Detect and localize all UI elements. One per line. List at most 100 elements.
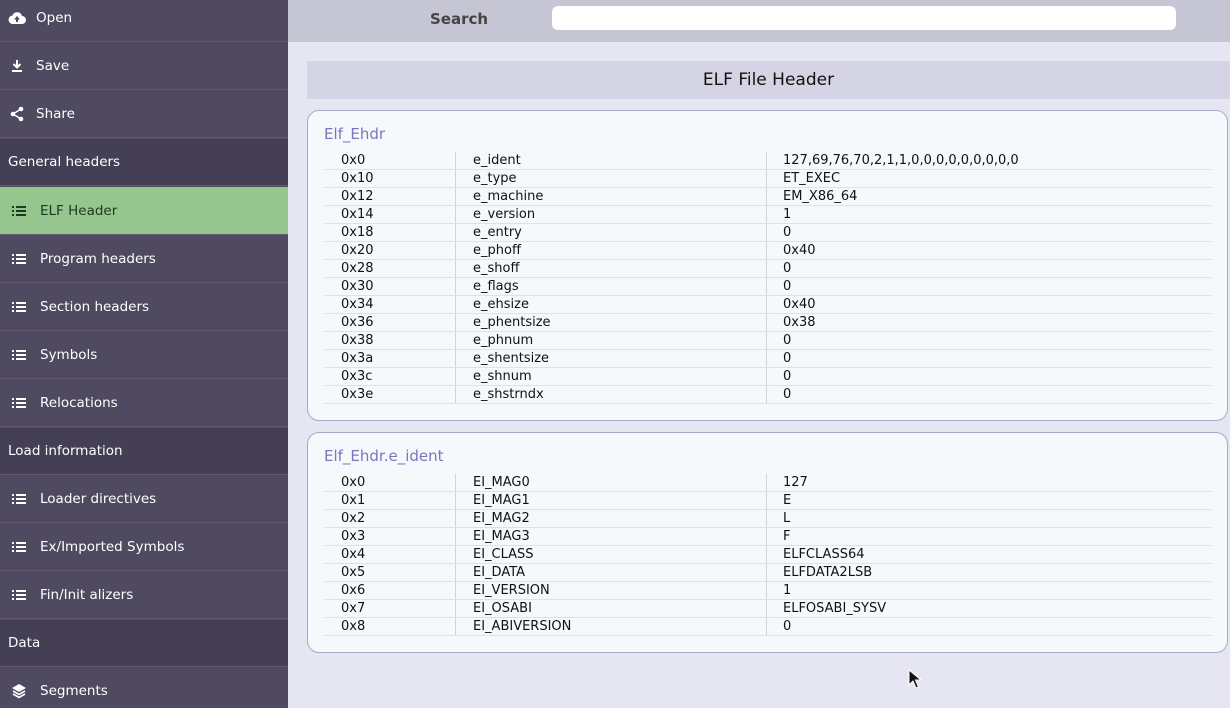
search-label: Search [430, 10, 489, 28]
table-row: 0x4 EI_CLASS ELFCLASS64 [324, 546, 1212, 564]
field-name-cell: EI_DATA [456, 564, 767, 581]
list-icon [10, 394, 28, 412]
value-cell: ELFDATA2LSB [783, 565, 873, 580]
value-cell: F [783, 529, 791, 544]
list-icon [10, 490, 28, 508]
sidebar-item-program-headers[interactable]: Program headers [0, 236, 288, 283]
sidebar-item-relocations[interactable]: Relocations [0, 380, 288, 427]
list-icon [10, 538, 28, 556]
field-name-cell: EI_OSABI [456, 600, 767, 617]
offset-cell: 0x36 [324, 314, 456, 331]
sidebar-item-segments[interactable]: Segments [0, 668, 288, 708]
table-row: 0x3 EI_MAG3 F [324, 528, 1212, 546]
field-name-cell: EI_CLASS [456, 546, 767, 563]
offset-cell: 0x4 [324, 546, 456, 563]
download-icon [8, 57, 26, 75]
table-row: 0x3e e_shstrndx 0 [324, 386, 1212, 404]
table-row: 0x8 EI_ABIVERSION 0 [324, 618, 1212, 636]
offset-cell: 0x10 [324, 170, 456, 187]
sidebar-item-label: Section headers [40, 299, 150, 315]
field-name-cell: e_shstrndx [456, 386, 767, 403]
offset-cell: 0x30 [324, 278, 456, 295]
field-name-cell: e_phnum [456, 332, 767, 349]
field-name-cell: EI_VERSION [456, 582, 767, 599]
sidebar-section-label: Load information [8, 443, 123, 459]
field-name-cell: e_entry [456, 224, 767, 241]
table-row: 0x36 e_phentsize 0x38 [324, 314, 1212, 332]
field-name-cell: EI_MAG0 [456, 474, 767, 491]
table-row: 0x5 EI_DATA ELFDATA2LSB [324, 564, 1212, 582]
field-name-cell: e_shentsize [456, 350, 767, 367]
table-row: 0x2 EI_MAG2 L [324, 510, 1212, 528]
value-cell: ET_EXEC [783, 171, 841, 186]
offset-cell: 0x18 [324, 224, 456, 241]
cloud-upload-icon [8, 9, 26, 27]
open-button[interactable]: Open [0, 0, 288, 42]
sidebar-item-label: Loader directives [40, 491, 157, 507]
value-cell: EM_X86_64 [783, 189, 858, 204]
elf-ehdr-card: Elf_Ehdr 0x0 e_ident 127,69,76,70,2,1,1,0,… [307, 110, 1228, 421]
value-cell: 0 [783, 279, 792, 294]
value-cell: 0 [783, 333, 792, 348]
elf-ehdr-table: 0x0 e_ident 127,69,76,70,2,1,1,0,0,0,0,0,0… [324, 152, 1212, 404]
list-icon [10, 586, 28, 604]
table-row: 0x14 e_version 1 [324, 206, 1212, 224]
field-name-cell: e_flags [456, 278, 767, 295]
value-cell: 0 [783, 225, 792, 240]
layers-icon [10, 682, 28, 700]
field-name-cell: e_shoff [456, 260, 767, 277]
offset-cell: 0x34 [324, 296, 456, 313]
sidebar-item-label: ELF Header [40, 202, 118, 219]
value-cell: 0x38 [783, 315, 816, 330]
field-name-cell: e_machine [456, 188, 767, 205]
offset-cell: 0x38 [324, 332, 456, 349]
sidebar-item-loader-directives[interactable]: Loader directives [0, 476, 288, 523]
mouse-cursor [908, 668, 923, 693]
sidebar-item-ex-imported-symbols[interactable]: Ex/Imported Symbols [0, 524, 288, 571]
table-row: 0x28 e_shoff 0 [324, 260, 1212, 278]
sidebar-item-symbols[interactable]: Symbols [0, 332, 288, 379]
field-name-cell: EI_ABIVERSION [456, 618, 767, 635]
sidebar-item-fin-init-alizers[interactable]: Fin/Init alizers [0, 572, 288, 619]
share-button[interactable]: Share [0, 91, 288, 138]
table-row: 0x0 e_ident 127,69,76,70,2,1,1,0,0,0,0,0,0… [324, 152, 1212, 170]
table-row: 0x34 e_ehsize 0x40 [324, 296, 1212, 314]
search-input[interactable] [552, 6, 1176, 30]
card-title: Elf_Ehdr [324, 125, 386, 143]
offset-cell: 0x12 [324, 188, 456, 205]
list-icon [10, 346, 28, 364]
sidebar: Open Save Share General headers ELF Head… [0, 0, 288, 708]
search-bar: Search [288, 0, 1230, 42]
sidebar-item-label: Program headers [40, 251, 156, 267]
offset-cell: 0x3a [324, 350, 456, 367]
table-row: 0x7 EI_OSABI ELFOSABI_SYSV [324, 600, 1212, 618]
offset-cell: 0x14 [324, 206, 456, 223]
elf-ident-card: Elf_Ehdr.e_ident 0x0 EI_MAG0 127 0x1 EI_MAG1… [307, 432, 1228, 653]
sidebar-item-elf-header[interactable]: ELF Header [0, 187, 288, 235]
offset-cell: 0x5 [324, 564, 456, 581]
table-row: 0x6 EI_VERSION 1 [324, 582, 1212, 600]
list-icon [10, 298, 28, 316]
list-icon [10, 250, 28, 268]
offset-cell: 0x3c [324, 368, 456, 385]
offset-cell: 0x2 [324, 510, 456, 527]
field-name-cell: e_version [456, 206, 767, 223]
share-icon [8, 105, 26, 123]
save-button[interactable]: Save [0, 43, 288, 90]
sidebar-item-section-headers[interactable]: Section headers [0, 284, 288, 331]
value-cell: 0 [783, 369, 792, 384]
offset-cell: 0x0 [324, 474, 456, 491]
table-row: 0x3c e_shnum 0 [324, 368, 1212, 386]
table-row: 0x0 EI_MAG0 127 [324, 474, 1212, 492]
offset-cell: 0x7 [324, 600, 456, 617]
table-row: 0x10 e_type ET_EXEC [324, 170, 1212, 188]
sidebar-item-label: Fin/Init alizers [40, 587, 134, 603]
value-cell: 0x40 [783, 243, 816, 258]
offset-cell: 0x3 [324, 528, 456, 545]
field-name-cell: EI_MAG3 [456, 528, 767, 545]
sidebar-item-label: Ex/Imported Symbols [40, 539, 185, 555]
field-name-cell: e_shnum [456, 368, 767, 385]
field-name-cell: e_phoff [456, 242, 767, 259]
value-cell: 1 [783, 583, 792, 598]
value-cell: 1 [783, 207, 792, 222]
